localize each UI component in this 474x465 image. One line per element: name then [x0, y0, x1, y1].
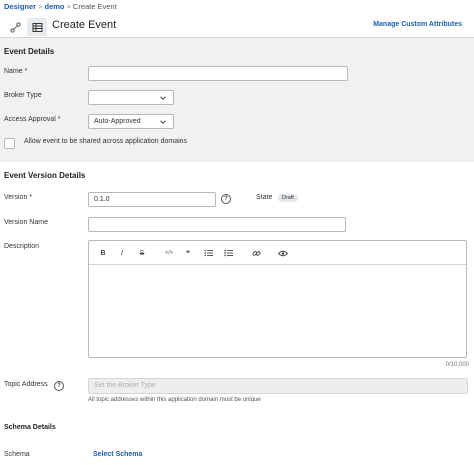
preview-button[interactable] — [277, 248, 289, 258]
description-char-count: 0/10,000 — [445, 362, 469, 368]
help-glyph: ? — [57, 383, 61, 389]
graph-view-button[interactable] — [5, 18, 25, 36]
topic-help-icon[interactable]: ? — [54, 381, 64, 391]
version-details-title: Event Version Details — [4, 171, 86, 180]
chevron-down-icon — [160, 96, 166, 100]
topic-address-input[interactable]: Set the Broker Type — [88, 378, 468, 394]
breadcrumb-designer-link[interactable]: Designer — [4, 2, 36, 11]
broker-type-select[interactable] — [88, 90, 174, 105]
select-schema-link[interactable]: Select Schema — [93, 451, 142, 458]
topic-address-placeholder: Set the Broker Type — [94, 382, 156, 389]
link-button[interactable] — [250, 248, 262, 258]
share-event-label: Allow event to be shared across applicat… — [24, 138, 188, 145]
share-event-checkbox[interactable] — [4, 138, 15, 149]
code-button[interactable]: </> — [163, 248, 175, 258]
access-approval-value: Auto-Approved — [94, 118, 141, 125]
italic-button[interactable]: I — [116, 248, 128, 258]
eye-icon — [278, 250, 288, 256]
manage-custom-attributes-link[interactable]: Manage Custom Attributes — [373, 21, 462, 28]
breadcrumb: Designer > demo > Create Event — [4, 2, 117, 11]
link-icon — [252, 250, 260, 256]
bold-button[interactable]: B — [97, 248, 109, 258]
bullet-list-button[interactable] — [202, 248, 214, 258]
help-glyph: ? — [224, 196, 228, 202]
access-approval-select[interactable]: Auto-Approved — [88, 114, 174, 129]
broker-type-label: Broker Type — [4, 92, 42, 99]
breadcrumb-demo-link[interactable]: demo — [45, 2, 65, 11]
state-label: State — [256, 194, 273, 201]
version-value: 0.1.0 — [94, 196, 110, 203]
name-label: Name * — [4, 68, 28, 75]
breadcrumb-current: Create Event — [72, 2, 117, 11]
description-editor[interactable]: B I S </> ❝ — [88, 240, 467, 358]
breadcrumb-separator: > — [66, 2, 71, 11]
state-badge: Draft — [278, 194, 298, 202]
table-view-icon — [32, 22, 42, 32]
version-name-label: Version Name — [4, 219, 48, 226]
version-label: Version * — [4, 194, 33, 201]
schema-details-title: Schema Details — [4, 424, 56, 431]
numbered-list-button[interactable] — [222, 248, 234, 258]
version-name-input[interactable] — [88, 217, 346, 232]
description-label: Description — [4, 243, 40, 250]
event-details-title: Event Details — [4, 47, 55, 56]
page-title: Create Event — [52, 19, 117, 31]
chevron-down-icon — [160, 120, 166, 124]
bullet-list-icon — [203, 249, 213, 257]
table-view-button[interactable] — [27, 18, 47, 36]
graph-view-icon — [9, 21, 21, 33]
editor-toolbar: B I S </> ❝ — [89, 241, 466, 265]
topic-address-hint: All topic addresses within this applicat… — [88, 397, 261, 403]
schema-label: Schema — [4, 451, 30, 458]
version-input[interactable]: 0.1.0 — [88, 192, 216, 207]
name-input[interactable] — [88, 66, 348, 81]
numbered-list-icon — [223, 249, 233, 257]
breadcrumb-separator: > — [38, 2, 43, 11]
access-approval-label: Access Approval * — [4, 116, 61, 123]
version-help-icon[interactable]: ? — [221, 194, 231, 204]
quote-button[interactable]: ❝ — [182, 248, 194, 258]
strikethrough-button[interactable]: S — [136, 248, 148, 258]
topic-address-label: Topic Address — [4, 381, 48, 388]
